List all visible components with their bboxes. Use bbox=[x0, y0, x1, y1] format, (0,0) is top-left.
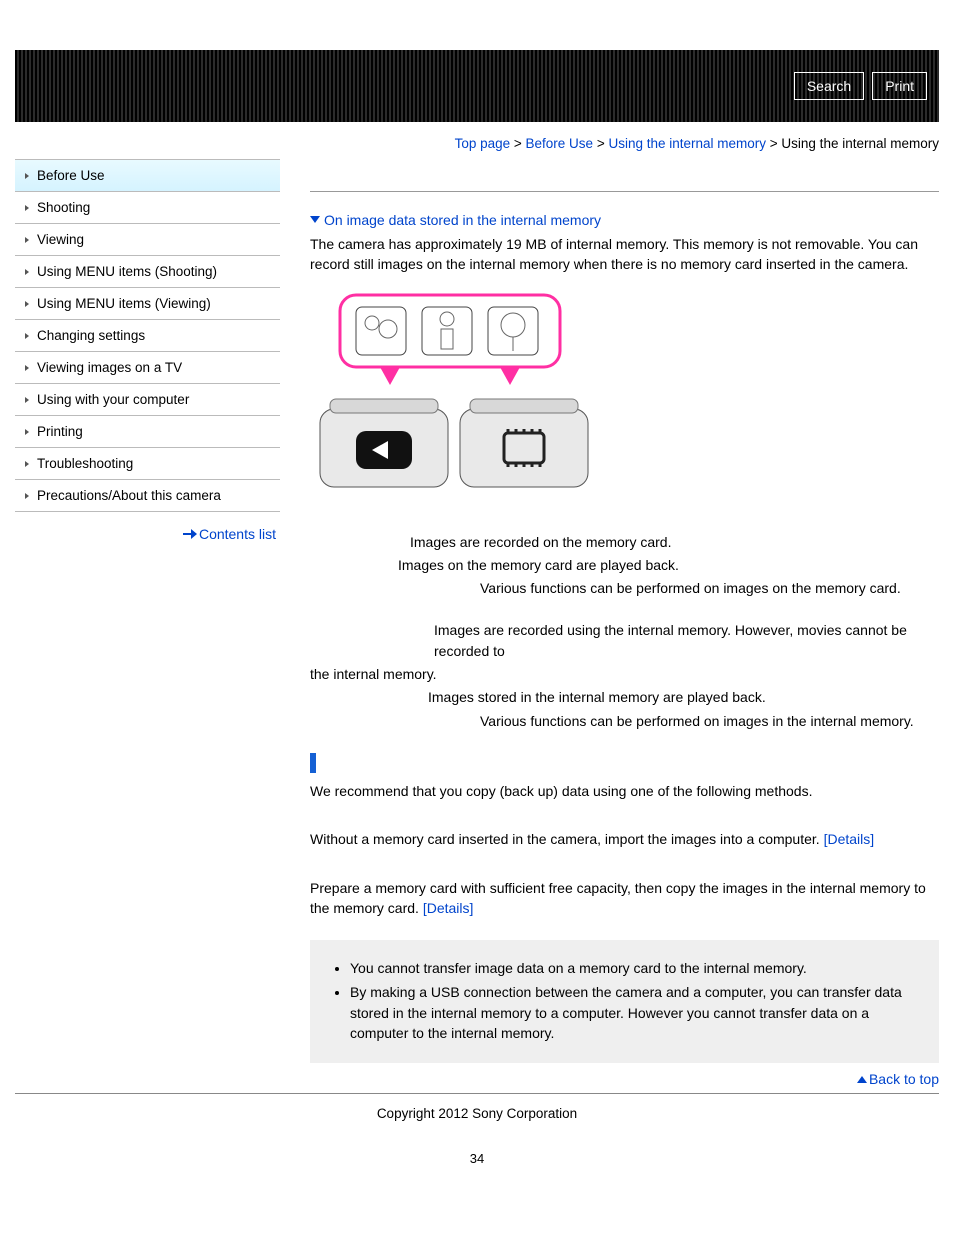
chevron-right-icon bbox=[25, 429, 29, 435]
sidebar-item-precautions[interactable]: Precautions/About this camera bbox=[15, 480, 280, 512]
intro-text: The camera has approximately 19 MB of in… bbox=[310, 234, 939, 275]
sidebar-item-troubleshooting[interactable]: Troubleshooting bbox=[15, 448, 280, 480]
chevron-right-icon bbox=[25, 493, 29, 499]
main-content: On image data stored in the internal mem… bbox=[310, 159, 939, 1093]
method-2: Prepare a memory card with sufficient fr… bbox=[310, 878, 939, 919]
recommend-text: We recommend that you copy (back up) dat… bbox=[310, 781, 939, 801]
chevron-right-icon bbox=[25, 301, 29, 307]
page-number: 34 bbox=[15, 1151, 939, 1166]
sidebar-item-menu-viewing[interactable]: Using MENU items (Viewing) bbox=[15, 288, 280, 320]
chevron-up-icon bbox=[857, 1076, 867, 1083]
breadcrumb-link[interactable]: Using the internal memory bbox=[608, 136, 766, 151]
text-line: Images on the memory card are played bac… bbox=[310, 555, 939, 575]
sidebar-item-changing-settings[interactable]: Changing settings bbox=[15, 320, 280, 352]
sidebar-item-tv[interactable]: Viewing images on a TV bbox=[15, 352, 280, 384]
breadcrumb-link[interactable]: Top page bbox=[455, 136, 511, 151]
print-button[interactable]: Print bbox=[872, 72, 927, 100]
breadcrumb: Top page > Before Use > Using the intern… bbox=[15, 122, 939, 159]
details-link[interactable]: [Details] bbox=[423, 900, 474, 916]
text-line: Various functions can be performed on im… bbox=[310, 711, 939, 731]
text-line: the internal memory. bbox=[310, 664, 939, 684]
breadcrumb-link[interactable]: Before Use bbox=[526, 136, 594, 151]
chevron-right-icon bbox=[25, 461, 29, 467]
sidebar-item-before-use[interactable]: Before Use bbox=[15, 160, 280, 192]
notes-box: You cannot transfer image data on a memo… bbox=[310, 940, 939, 1063]
note-item: By making a USB connection between the c… bbox=[350, 982, 923, 1043]
text-line: Images are recorded using the internal m… bbox=[310, 620, 939, 661]
details-link[interactable]: [Details] bbox=[824, 831, 875, 847]
contents-list-link[interactable]: Contents list bbox=[199, 526, 276, 542]
arrow-right-icon bbox=[183, 530, 197, 538]
sidebar-nav: Before Use Shooting Viewing Using MENU i… bbox=[15, 159, 280, 542]
chevron-right-icon bbox=[25, 269, 29, 275]
method-1: Without a memory card inserted in the ca… bbox=[310, 829, 939, 849]
divider bbox=[15, 1093, 939, 1094]
text-line: Images stored in the internal memory are… bbox=[310, 687, 939, 707]
chevron-right-icon bbox=[25, 397, 29, 403]
note-item: You cannot transfer image data on a memo… bbox=[350, 958, 923, 978]
sidebar-item-printing[interactable]: Printing bbox=[15, 416, 280, 448]
section-anchor[interactable]: On image data stored in the internal mem… bbox=[310, 212, 939, 228]
memory-card-block: Images are recorded on the memory card. … bbox=[310, 532, 939, 599]
breadcrumb-current: Using the internal memory bbox=[781, 136, 939, 151]
sidebar-item-computer[interactable]: Using with your computer bbox=[15, 384, 280, 416]
chevron-right-icon bbox=[25, 365, 29, 371]
search-button[interactable]: Search bbox=[794, 72, 864, 100]
sidebar-item-viewing[interactable]: Viewing bbox=[15, 224, 280, 256]
chevron-down-icon bbox=[310, 216, 320, 223]
chevron-right-icon bbox=[25, 205, 29, 211]
section-heading-bar bbox=[310, 753, 939, 773]
header-banner: Search Print bbox=[15, 50, 939, 122]
chevron-right-icon bbox=[25, 237, 29, 243]
sidebar-item-shooting[interactable]: Shooting bbox=[15, 192, 280, 224]
illustration bbox=[310, 289, 939, 502]
copyright-text: Copyright 2012 Sony Corporation bbox=[15, 1102, 939, 1151]
anchor-link[interactable]: On image data stored in the internal mem… bbox=[324, 212, 601, 228]
back-to-top-wrap: Back to top bbox=[310, 1063, 939, 1093]
chevron-right-icon bbox=[25, 333, 29, 339]
chevron-right-icon bbox=[25, 173, 29, 179]
contents-list-link-wrap: Contents list bbox=[15, 512, 280, 542]
text-line: Various functions can be performed on im… bbox=[310, 578, 939, 598]
text-line: Images are recorded on the memory card. bbox=[310, 532, 939, 552]
divider bbox=[310, 191, 939, 192]
internal-memory-block: Images are recorded using the internal m… bbox=[310, 620, 939, 730]
sidebar-item-menu-shooting[interactable]: Using MENU items (Shooting) bbox=[15, 256, 280, 288]
back-to-top-link[interactable]: Back to top bbox=[869, 1071, 939, 1087]
